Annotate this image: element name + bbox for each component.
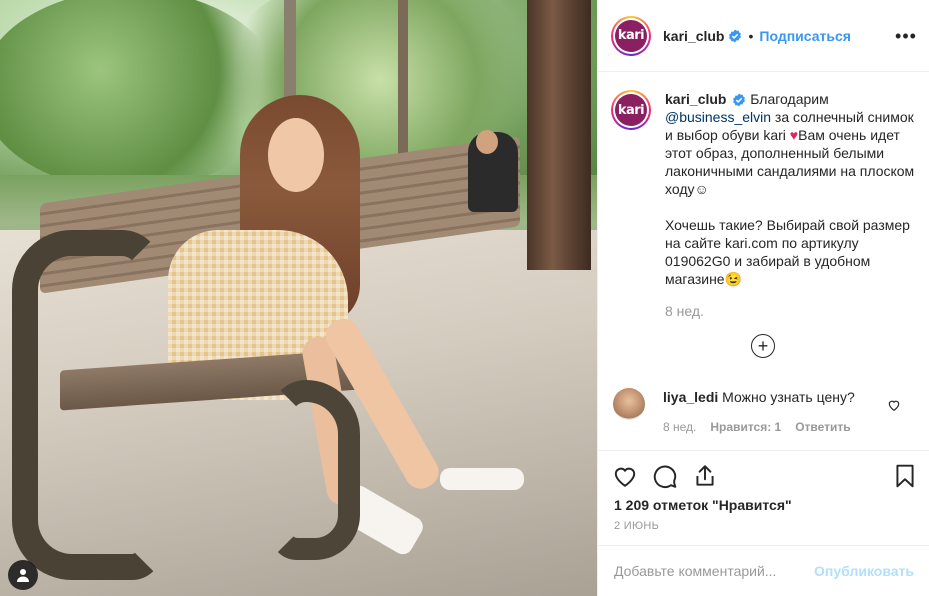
kari-logo: kari (615, 19, 647, 52)
caption-part: Хочешь такие? Выбирай свой размер на сай… (665, 217, 910, 287)
separator-dot: • (748, 27, 754, 44)
user-tag-button[interactable] (8, 560, 38, 590)
comment-likes-count[interactable]: Нравится: 1 (710, 418, 781, 436)
reply-button[interactable]: Ответить (795, 418, 850, 436)
caption-avatar[interactable]: kari (611, 90, 651, 130)
post-date[interactable]: 2 ИЮНЬ (614, 520, 659, 532)
likes-count[interactable]: 1 209 отметок "Нравится" (614, 497, 792, 513)
photo-tree (398, 0, 408, 170)
follow-button[interactable]: Подписаться (759, 28, 851, 44)
add-comment-input[interactable]: Добавьте комментарий... (614, 563, 814, 579)
commenter-username[interactable]: liya_ledi (663, 389, 718, 405)
more-options-icon[interactable]: ••• (895, 26, 916, 46)
kari-logo: kari (615, 94, 647, 126)
comment-item: liya_ledi Можно узнать цену? 8 нед. Нрав… (611, 388, 917, 436)
post-header: kari kari_club • Подписаться ••• (598, 0, 929, 72)
post-side-panel: kari kari_club • Подписаться ••• kari ka… (597, 0, 929, 596)
verified-badge-icon (733, 93, 746, 107)
load-more-comments-button[interactable]: + (751, 334, 775, 358)
bookmark-save-icon[interactable] (892, 463, 918, 489)
caption-username[interactable]: kari_club (665, 91, 726, 107)
photo-person-background (476, 130, 498, 154)
like-heart-icon[interactable] (612, 463, 638, 489)
post-caption: kari kari_club Благодарим @business_elvi… (611, 90, 915, 320)
wink-emoji-icon: 😉 (724, 271, 743, 287)
photo-woman (268, 118, 324, 192)
caption-timestamp[interactable]: 8 нед. (665, 302, 915, 320)
caption-text: kari_club Благодарим @business_elvin за … (665, 90, 915, 320)
comment-timestamp[interactable]: 8 нед. (663, 418, 696, 436)
commenter-avatar[interactable] (613, 388, 645, 420)
verified-badge-icon (729, 29, 742, 42)
heart-emoji-icon: ♥ (789, 127, 799, 143)
post-photo[interactable] (0, 0, 597, 596)
account-username[interactable]: kari_club (663, 28, 724, 44)
comments-section: kari kari_club Благодарим @business_elvi… (598, 72, 929, 450)
caption-part: Благодарим (746, 91, 829, 107)
photo-bench (12, 230, 162, 580)
publish-button[interactable]: Опубликовать (814, 563, 914, 579)
comment-like-heart-icon[interactable] (887, 398, 901, 412)
account-avatar[interactable]: kari (611, 15, 651, 56)
photo-bench (270, 380, 360, 560)
comment-bubble-icon[interactable] (652, 463, 678, 489)
caption-mention-link[interactable]: @business_elvin (665, 109, 771, 125)
user-icon (17, 569, 29, 582)
comment-meta: 8 нед. Нравится: 1 Ответить (663, 418, 855, 436)
post-actions-bar (598, 450, 929, 500)
add-comment-bar: Добавьте комментарий... Опубликовать (598, 545, 929, 596)
photo-tree (527, 0, 591, 270)
photo-sandal (440, 468, 524, 490)
photo-tree (284, 0, 296, 110)
comment-text: Можно узнать цену? (722, 389, 855, 405)
comment-body: liya_ledi Можно узнать цену? 8 нед. Нрав… (663, 388, 855, 436)
share-icon[interactable] (692, 463, 718, 489)
